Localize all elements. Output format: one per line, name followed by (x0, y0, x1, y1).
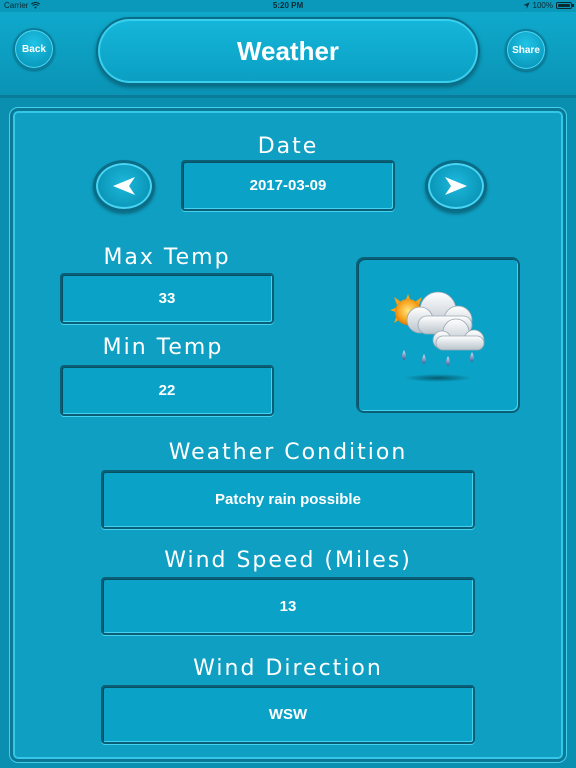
wind-speed-field: 13 (101, 577, 475, 635)
status-bar: Carrier 5:20 PM 100% (0, 0, 576, 12)
battery-percent: 100% (532, 1, 553, 10)
max-temp-label: Max Temp (103, 245, 231, 270)
weather-condition-label: Weather Condition (168, 440, 408, 465)
status-right: 100% (522, 1, 574, 10)
status-time: 5:20 PM (272, 1, 304, 10)
arrow-left-icon (113, 177, 135, 195)
battery-icon (556, 2, 574, 9)
wind-speed-label: Wind Speed (Miles) (164, 548, 412, 573)
date-label: Date (257, 134, 319, 159)
wind-direction-field: WSW (101, 685, 475, 744)
sun-cloud-rain-icon (390, 291, 485, 382)
share-button[interactable]: Share (505, 29, 547, 71)
min-temp-field: 22 (60, 365, 274, 416)
back-button[interactable]: Back (13, 28, 55, 70)
navigation-header: Back Weather Share (0, 12, 576, 98)
max-temp-field: 33 (60, 273, 274, 324)
min-temp-label: Min Temp (102, 335, 224, 360)
wind-direction-label: Wind Direction (193, 656, 383, 681)
next-date-button[interactable] (425, 160, 487, 212)
previous-date-button[interactable] (93, 160, 155, 212)
arrow-right-icon (445, 177, 467, 195)
page-title: Weather (96, 17, 480, 85)
weather-icon-box (356, 257, 520, 413)
location-arrow-icon (522, 2, 530, 9)
weather-condition-field: Patchy rain possible (101, 470, 475, 529)
date-field: 2017-03-09 (181, 160, 395, 211)
